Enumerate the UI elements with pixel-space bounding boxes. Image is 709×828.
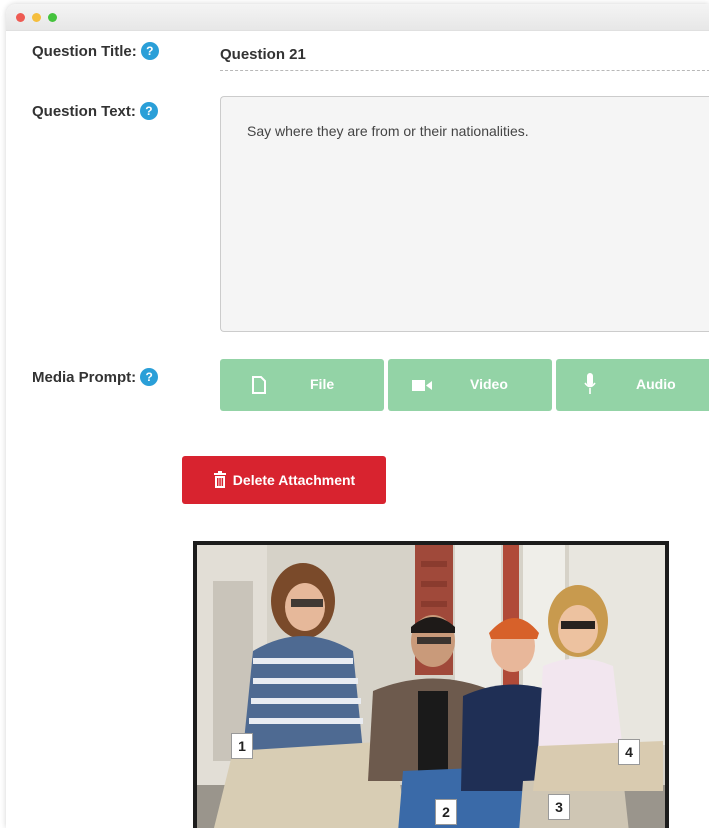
- media-prompt-row: Media Prompt: ?: [32, 368, 159, 386]
- attached-photo: 1 2 3 4: [193, 541, 669, 828]
- media-prompt-help-icon[interactable]: ?: [140, 368, 159, 386]
- delete-attachment-button[interactable]: Delete Attachment: [182, 456, 386, 504]
- microphone-icon: [584, 373, 596, 394]
- photo-label-1: 1: [231, 733, 253, 759]
- video-button[interactable]: Video: [388, 359, 552, 411]
- file-button-label: File: [310, 376, 335, 392]
- audio-button-label: Audio: [636, 376, 676, 392]
- question-text-help-icon[interactable]: ?: [139, 102, 158, 120]
- photo-label-4: 4: [618, 739, 640, 765]
- media-prompt-label: Media Prompt:: [32, 368, 137, 386]
- minimize-window-button[interactable]: [32, 13, 41, 22]
- window-titlebar: [6, 4, 709, 31]
- photo-label-3: 3: [548, 794, 570, 820]
- question-title-label: Question Title:: [32, 42, 137, 60]
- close-window-button[interactable]: [16, 13, 25, 22]
- delete-attachment-label: Delete Attachment: [232, 472, 356, 488]
- question-text-row: Question Text: ?: [32, 102, 158, 120]
- app-window: Question Title: ? Question 21 Question T…: [6, 4, 709, 828]
- students-photo-illustration: [197, 545, 665, 828]
- audio-button[interactable]: Audio: [556, 359, 709, 411]
- video-camera-icon: [412, 380, 432, 391]
- file-button[interactable]: File: [220, 359, 384, 411]
- question-text-label: Question Text:: [32, 102, 136, 120]
- photo-label-2: 2: [435, 799, 457, 825]
- question-title-help-icon[interactable]: ?: [140, 42, 159, 60]
- maximize-window-button[interactable]: [48, 13, 57, 22]
- video-button-label: Video: [470, 376, 508, 392]
- question-title-field[interactable]: Question 21: [220, 44, 709, 71]
- question-title-row: Question Title: ?: [32, 42, 159, 60]
- file-icon: [252, 376, 266, 394]
- question-text-area[interactable]: Say where they are from or their nationa…: [220, 96, 709, 332]
- trash-icon: [213, 471, 226, 488]
